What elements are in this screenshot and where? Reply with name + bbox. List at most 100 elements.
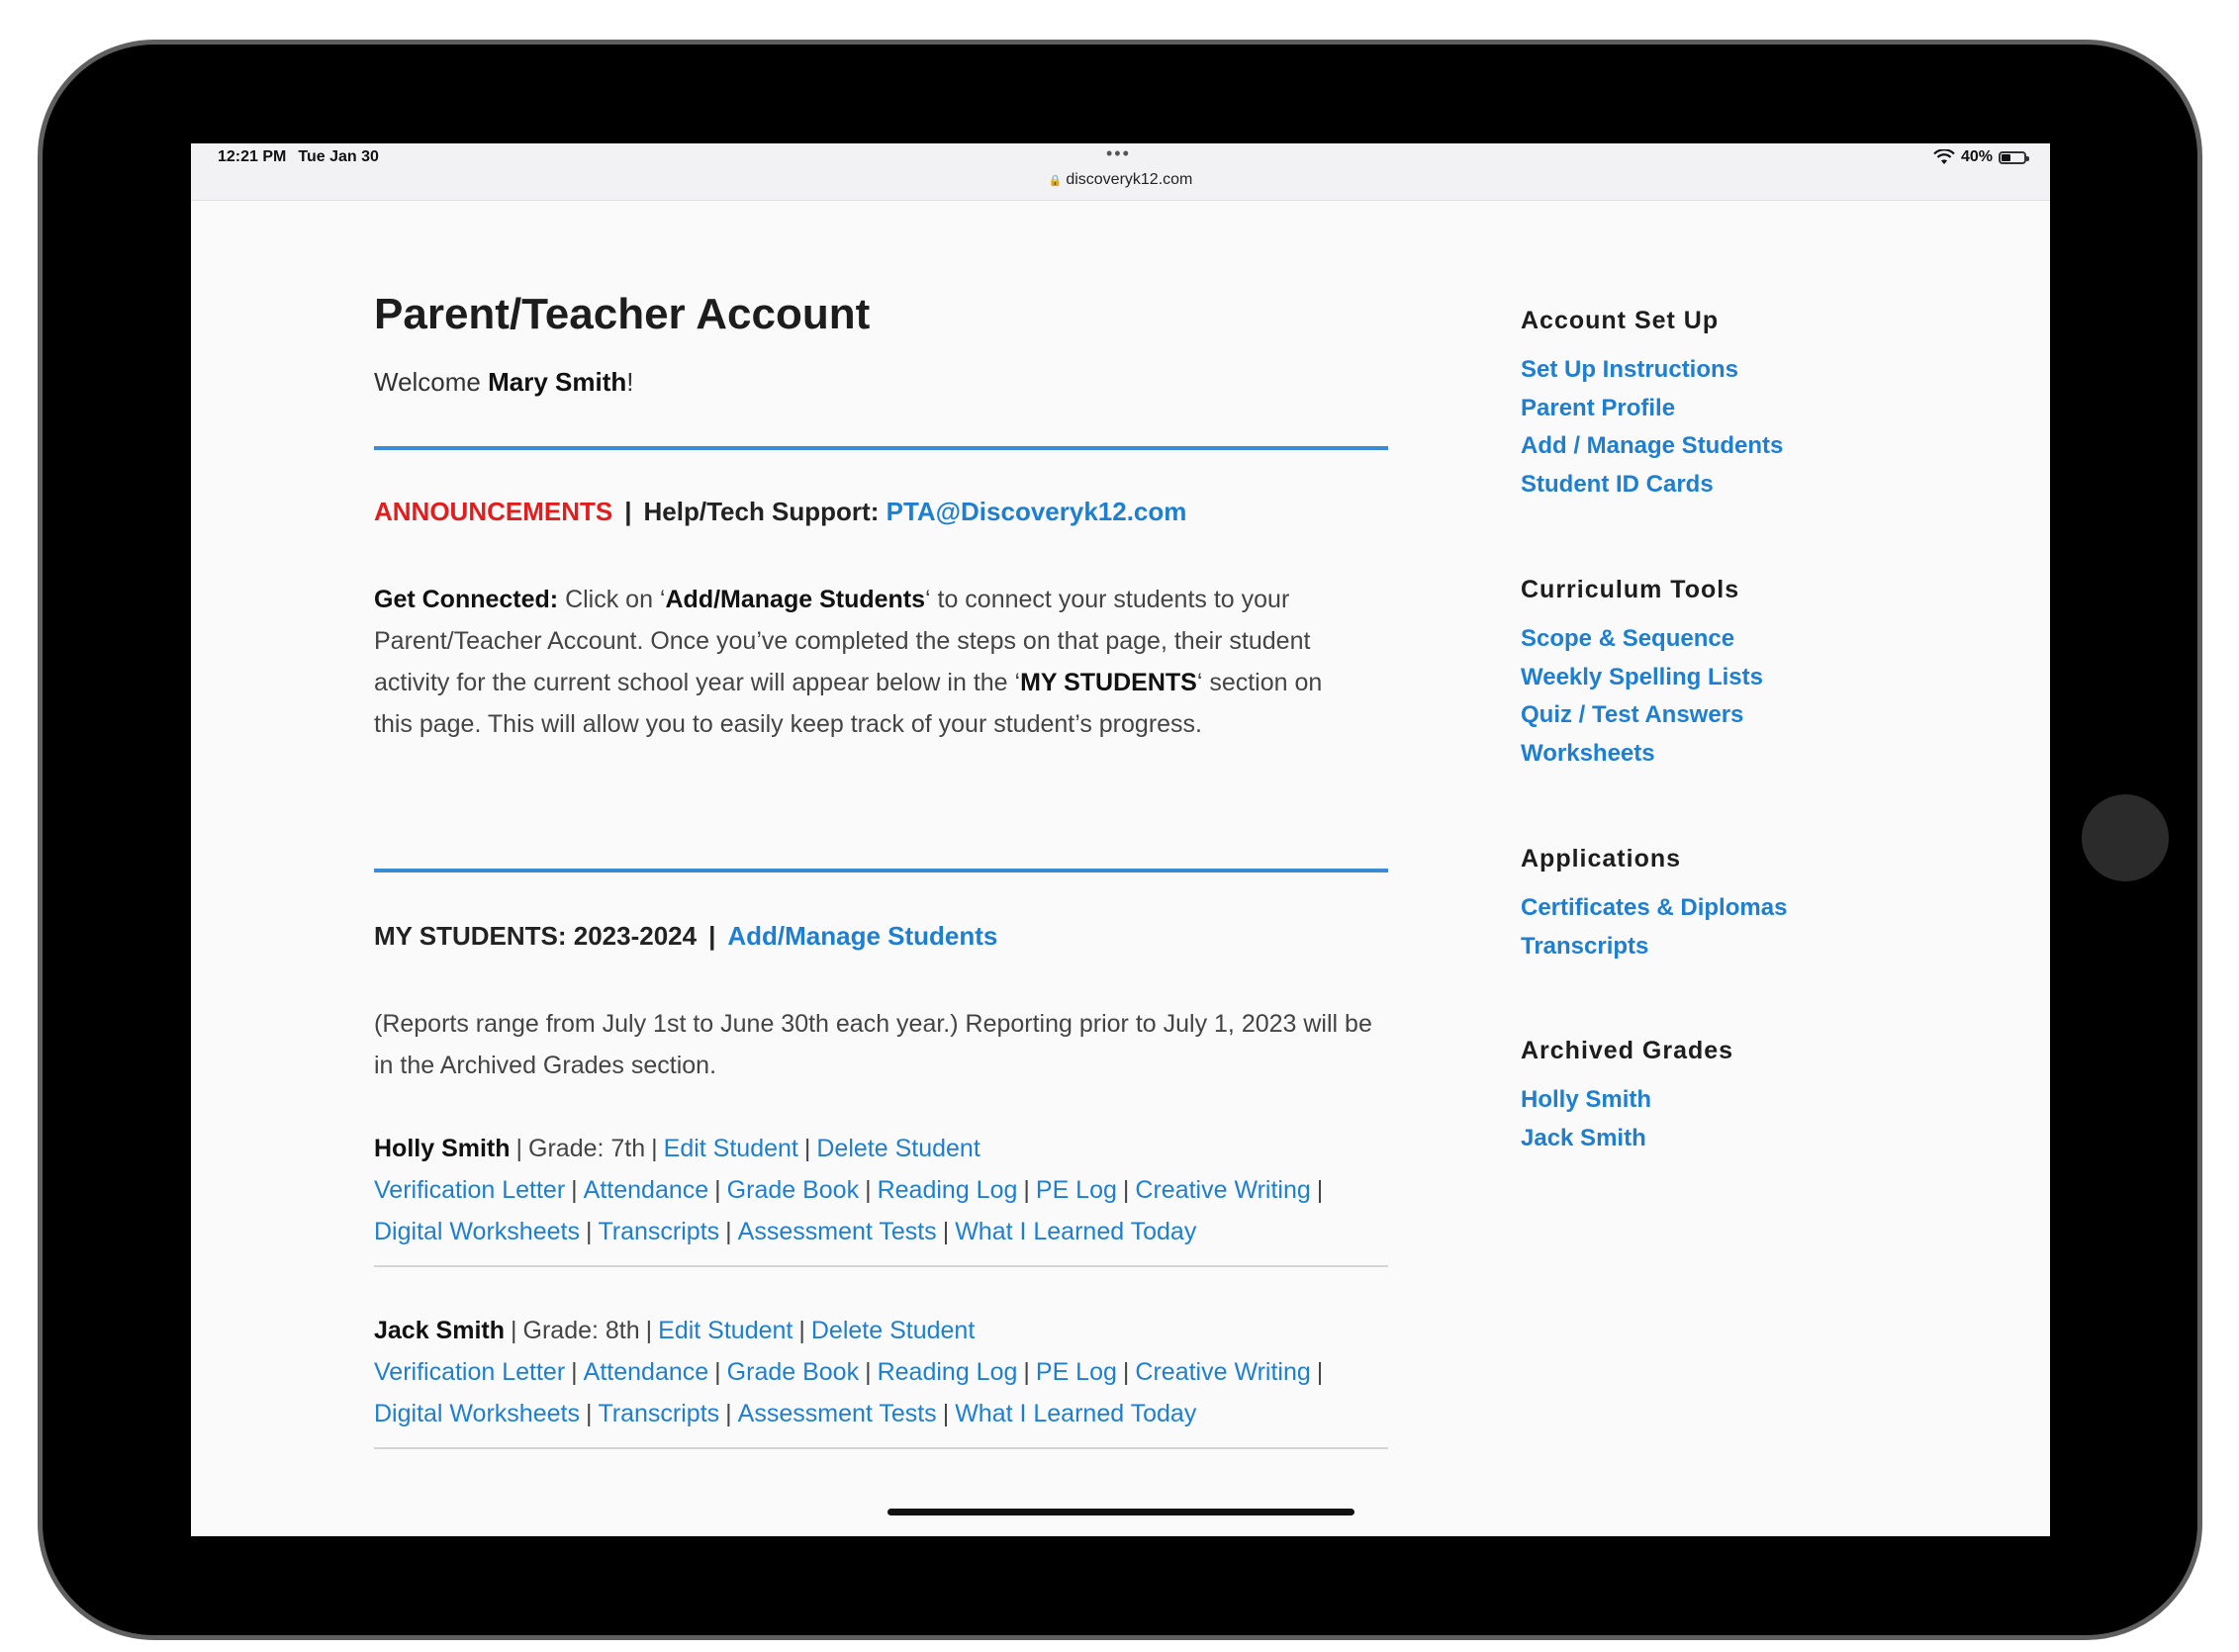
student-link-transcripts[interactable]: Transcripts: [598, 1218, 719, 1245]
student-name: Jack Smith: [374, 1317, 506, 1344]
sidebar-link-weekly-spelling-lists[interactable]: Weekly Spelling Lists: [1521, 664, 1763, 691]
student-link-reading-log[interactable]: Reading Log: [878, 1358, 1018, 1386]
student-link-creative-writing[interactable]: Creative Writing: [1135, 1176, 1310, 1204]
separator: |: [714, 1176, 721, 1204]
separator: |: [571, 1176, 578, 1204]
sidebar-link-scope-sequence[interactable]: Scope & Sequence: [1521, 625, 1734, 653]
student-divider: [374, 1265, 1388, 1267]
student-grade: Grade: 8th: [522, 1317, 640, 1344]
battery-percent: 40%: [1960, 148, 1993, 165]
sidebar-link-parent-profile[interactable]: Parent Profile: [1521, 395, 1675, 422]
student-link-verification-letter[interactable]: Verification Letter: [374, 1358, 565, 1386]
student-link-pe-log[interactable]: PE Log: [1036, 1176, 1117, 1204]
student-link-digital-worksheets[interactable]: Digital Worksheets: [374, 1218, 580, 1245]
separator: |: [515, 1135, 523, 1162]
student-link-grade-book[interactable]: Grade Book: [727, 1358, 859, 1386]
student-link-what-i-learned-today[interactable]: What I Learned Today: [955, 1400, 1196, 1427]
separator: |: [865, 1176, 872, 1204]
status-time-date: 12:21 PM Tue Jan 30: [218, 148, 391, 166]
home-indicator[interactable]: [887, 1509, 1354, 1515]
delete-student-link[interactable]: Delete Student: [816, 1135, 980, 1162]
announcement-bar: ANNOUNCEMENTS | Help/Tech Support: PTA@Dis…: [374, 497, 1187, 526]
support-email-link[interactable]: PTA@Discoveryk12.com: [886, 497, 1187, 526]
sidebar-link-archived-holly-smith[interactable]: Holly Smith: [1521, 1086, 1651, 1114]
student-entry: Holly Smith | Grade: 7th | Edit Student | Dele…: [374, 1128, 1388, 1252]
welcome-message: Welcome Mary Smith!: [374, 367, 634, 397]
camera-sensor: [2082, 794, 2169, 881]
separator: |: [865, 1358, 872, 1386]
separator: |: [1316, 1358, 1324, 1386]
separator: |: [651, 1135, 658, 1162]
separator: |: [585, 1218, 593, 1245]
student-link-assessment-tests[interactable]: Assessment Tests: [738, 1218, 937, 1245]
separator: |: [1316, 1176, 1324, 1204]
student-link-verification-letter[interactable]: Verification Letter: [374, 1176, 565, 1204]
divider: [374, 446, 1388, 450]
separator: |: [1023, 1176, 1030, 1204]
separator: |: [1122, 1176, 1130, 1204]
student-divider: [374, 1447, 1388, 1449]
separator: |: [1122, 1358, 1130, 1386]
separator: |: [511, 1317, 517, 1344]
page-title: Parent/Teacher Account: [374, 290, 871, 338]
battery-icon: [1999, 150, 2029, 164]
sidebar-link-student-id-cards[interactable]: Student ID Cards: [1521, 471, 1714, 499]
separator: |: [585, 1400, 593, 1427]
support-label: Help/Tech Support:: [643, 497, 880, 526]
get-connected-text: Get Connected: Click on ‘Add/Manage Stud…: [374, 586, 1323, 738]
reports-note: (Reports range from July 1st to June 30t…: [374, 1010, 1372, 1079]
separator: |: [714, 1358, 721, 1386]
student-link-reading-log[interactable]: Reading Log: [878, 1176, 1018, 1204]
url-text: discoveryk12.com: [1066, 171, 1193, 188]
separator: |: [942, 1400, 950, 1427]
status-indicators: 40%: [1933, 148, 2029, 166]
sidebar-link-transcripts[interactable]: Transcripts: [1521, 933, 1648, 961]
separator: |: [645, 1317, 653, 1344]
sidebar-link-add-manage-students[interactable]: Add / Manage Students: [1521, 432, 1783, 460]
battery-fill: [2002, 153, 2010, 161]
student-link-digital-worksheets[interactable]: Digital Worksheets: [374, 1400, 580, 1427]
student-link-attendance[interactable]: Attendance: [584, 1176, 709, 1204]
student-name: Holly Smith: [374, 1135, 511, 1162]
user-name: Mary Smith: [488, 367, 627, 397]
separator: |: [803, 1135, 811, 1162]
separator: |: [1023, 1358, 1030, 1386]
status-time: 12:21 PM: [218, 148, 287, 165]
student-link-assessment-tests[interactable]: Assessment Tests: [738, 1400, 937, 1427]
wifi-icon: [1933, 149, 1955, 164]
sidebar-link-certificates-diplomas[interactable]: Certificates & Diplomas: [1521, 894, 1787, 922]
delete-student-link[interactable]: Delete Student: [811, 1317, 975, 1344]
sidebar-heading-archived-grades: Archived Grades: [1521, 1037, 1734, 1064]
my-students-label: MY STUDENTS: 2023-2024: [374, 921, 698, 951]
separator: |: [942, 1218, 950, 1245]
separator: |: [798, 1317, 805, 1344]
status-bar: 12:21 PM Tue Jan 30 ••• 🔒 discoveryk12.com…: [191, 143, 2050, 201]
student-link-transcripts[interactable]: Transcripts: [598, 1400, 719, 1427]
status-date: Tue Jan 30: [298, 148, 379, 165]
address-bar[interactable]: 🔒 discoveryk12.com: [191, 171, 2050, 189]
student-link-pe-log[interactable]: PE Log: [1036, 1358, 1117, 1386]
student-link-creative-writing[interactable]: Creative Writing: [1135, 1358, 1310, 1386]
separator: |: [725, 1218, 732, 1245]
divider: [374, 869, 1388, 872]
separator: |: [571, 1358, 578, 1386]
separator: |: [725, 1400, 732, 1427]
student-link-what-i-learned-today[interactable]: What I Learned Today: [955, 1218, 1196, 1245]
sidebar-heading-curriculum-tools: Curriculum Tools: [1521, 576, 1740, 603]
edit-student-link[interactable]: Edit Student: [658, 1317, 793, 1344]
sidebar-link-quiz-test-answers[interactable]: Quiz / Test Answers: [1521, 701, 1743, 729]
edit-student-link[interactable]: Edit Student: [664, 1135, 798, 1162]
tablet-screen: 12:21 PM Tue Jan 30 ••• 🔒 discoveryk12.com…: [191, 143, 2050, 1536]
sidebar-link-worksheets[interactable]: Worksheets: [1521, 740, 1655, 768]
sidebar-link-archived-jack-smith[interactable]: Jack Smith: [1521, 1125, 1646, 1152]
student-entry: Jack Smith | Grade: 8th | Edit Student | Delet…: [374, 1310, 1388, 1434]
my-students-header: MY STUDENTS: 2023-2024 | Add/Manage Studen…: [374, 921, 998, 951]
sidebar-heading-account-setup: Account Set Up: [1521, 307, 1720, 334]
student-grade: Grade: 7th: [528, 1135, 646, 1162]
student-link-grade-book[interactable]: Grade Book: [727, 1176, 859, 1204]
tab-options-icon[interactable]: •••: [1106, 143, 1131, 164]
sidebar-heading-applications: Applications: [1521, 845, 1682, 872]
sidebar-link-setup-instructions[interactable]: Set Up Instructions: [1521, 356, 1738, 384]
add-manage-students-link[interactable]: Add/Manage Students: [727, 921, 997, 951]
student-link-attendance[interactable]: Attendance: [584, 1358, 709, 1386]
